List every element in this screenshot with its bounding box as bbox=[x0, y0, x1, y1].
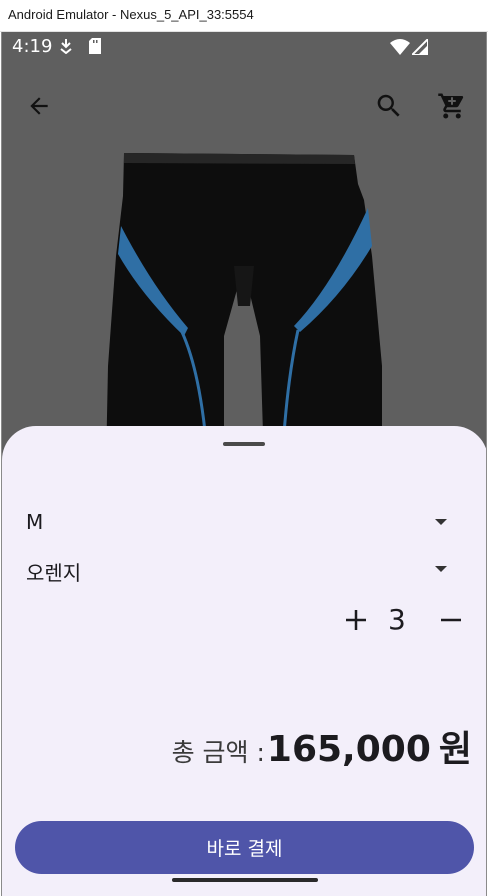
sd-card-icon bbox=[88, 38, 102, 58]
total-amount: 165,000 bbox=[266, 729, 431, 770]
product-image bbox=[2, 136, 486, 467]
quantity-value: 3 bbox=[388, 603, 406, 636]
gesture-nav-bar[interactable] bbox=[172, 878, 318, 882]
arrow-back-icon bbox=[30, 97, 48, 115]
dropdown-arrow-icon[interactable] bbox=[434, 564, 448, 574]
back-button[interactable] bbox=[19, 86, 59, 126]
color-dropdown-value[interactable]: 오렌지 bbox=[26, 557, 81, 586]
signal-icon bbox=[409, 36, 429, 59]
emulator-titlebar: Android Emulator - Nexus_5_API_33:5554 bbox=[0, 0, 488, 32]
shopping-cart-icon bbox=[438, 93, 464, 119]
total-price: 총 금액 : 165,000 원 bbox=[172, 720, 472, 772]
plus-icon[interactable] bbox=[342, 606, 370, 634]
wifi-icon bbox=[390, 39, 410, 59]
option-bottom-sheet: M 오렌지 3 총 금액 : 165,000 원 바로 결제 bbox=[2, 426, 486, 896]
device-screen: 4:19 M 오렌지 3 총 금액: 165,000 원 바로 결제 bbox=[1, 32, 487, 896]
status-time: 4:19 bbox=[12, 36, 53, 57]
minus-icon[interactable] bbox=[438, 606, 464, 634]
window-title: Android Emulator - Nexus_5_API_33:5554 bbox=[8, 7, 254, 22]
dropdown-arrow-icon[interactable] bbox=[434, 517, 448, 527]
total-label: 총 금액 : bbox=[171, 738, 265, 767]
buy-now-button[interactable]: 바로 결제 bbox=[15, 821, 474, 874]
search-button[interactable] bbox=[369, 86, 409, 126]
size-dropdown-value[interactable]: M bbox=[26, 510, 43, 534]
cart-button[interactable] bbox=[432, 86, 472, 126]
search-icon bbox=[377, 94, 400, 117]
drag-handle[interactable] bbox=[223, 442, 265, 446]
top-app-bar bbox=[2, 80, 486, 136]
download-icon bbox=[59, 38, 73, 58]
total-currency: 원 bbox=[438, 729, 472, 770]
status-bar: 4:19 bbox=[2, 32, 486, 62]
